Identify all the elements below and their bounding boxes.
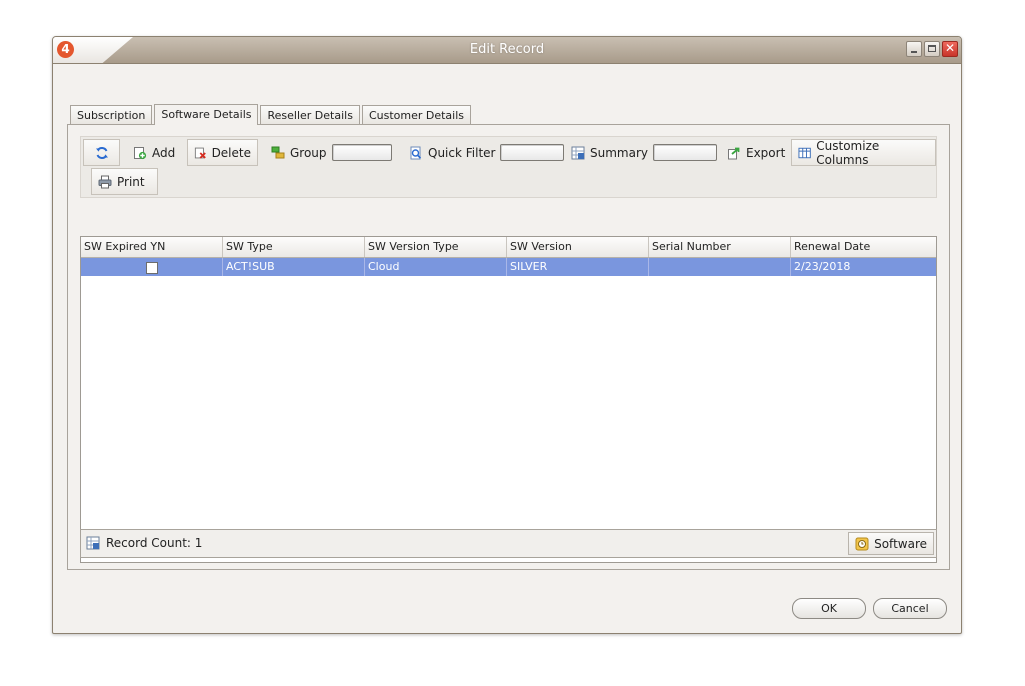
record-count: Record Count: 1 xyxy=(86,536,202,550)
tab-software-details[interactable]: Software Details xyxy=(154,104,259,125)
column-header-sw-version-type[interactable]: SW Version Type xyxy=(365,237,507,257)
group-icon xyxy=(271,146,285,158)
close-icon: ✕ xyxy=(944,41,956,55)
column-header-renewal-date[interactable]: Renewal Date xyxy=(791,237,936,257)
grid-header: SW Expired YN SW Type SW Version Type SW… xyxy=(81,237,936,258)
delete-record-icon xyxy=(194,147,206,159)
minimize-icon xyxy=(911,51,917,53)
maximize-button[interactable] xyxy=(924,41,940,57)
customize-columns-label: Customize Columns xyxy=(816,138,880,167)
window-controls: ✕ xyxy=(906,41,958,57)
column-header-sw-version[interactable]: SW Version xyxy=(507,237,649,257)
minimize-button[interactable] xyxy=(906,41,922,57)
tab-customer-details[interactable]: Customer Details xyxy=(361,105,472,124)
column-header-sw-expired-yn[interactable]: SW Expired YN xyxy=(81,237,223,257)
quick-filter-label: Quick Filter xyxy=(428,145,496,160)
column-header-sw-type[interactable]: SW Type xyxy=(223,237,365,257)
customize-columns-button[interactable]: Customize Columns xyxy=(791,138,936,167)
tab-subscription[interactable]: Subscription xyxy=(70,105,153,124)
group-label: Group xyxy=(290,145,327,160)
serial-number-cell[interactable] xyxy=(649,258,791,276)
record-count-text: Record Count: 1 xyxy=(106,536,203,550)
refresh-icon xyxy=(95,146,108,159)
edit-record-window: 4 Edit Record ✕ Subscription Software De… xyxy=(52,36,962,634)
add-button[interactable]: Add xyxy=(127,139,181,166)
quick-filter-icon xyxy=(410,146,422,159)
group-button[interactable]: Group xyxy=(265,139,398,166)
renewal-date-cell[interactable]: 2/23/2018 xyxy=(791,258,936,276)
columns-icon xyxy=(798,147,811,158)
add-record-icon xyxy=(134,146,147,159)
summary-dropdown[interactable] xyxy=(653,144,717,161)
column-header-serial-number[interactable]: Serial Number xyxy=(649,237,791,257)
record-count-icon xyxy=(86,536,100,550)
grid-toolbar: Add Delete Group Quick Filter Summary Ex… xyxy=(80,136,937,198)
summary-label: Summary xyxy=(590,145,648,160)
sw-version-type-cell[interactable]: Cloud xyxy=(365,258,507,276)
printer-icon xyxy=(98,175,112,188)
quick-filter-button[interactable]: Quick Filter xyxy=(403,139,570,166)
sw-expired-yn-cell[interactable] xyxy=(81,258,223,276)
quick-filter-input[interactable] xyxy=(500,144,565,161)
summary-icon xyxy=(571,146,585,159)
title-bar[interactable]: 4 Edit Record ✕ xyxy=(53,37,961,64)
close-button[interactable]: ✕ xyxy=(942,41,958,57)
sw-version-cell[interactable]: SILVER xyxy=(507,258,649,276)
print-label: Print xyxy=(117,174,145,189)
summary-button[interactable]: Summary xyxy=(565,139,723,166)
ok-button[interactable]: OK xyxy=(792,598,866,619)
add-label: Add xyxy=(152,145,176,160)
sw-type-cell[interactable]: ACT!SUB xyxy=(223,258,365,276)
delete-button[interactable]: Delete xyxy=(187,139,258,166)
table-row[interactable]: ACT!SUB Cloud SILVER 2/23/2018 xyxy=(81,258,936,276)
software-button[interactable]: Software xyxy=(848,532,934,555)
software-icon xyxy=(855,537,869,550)
export-icon xyxy=(728,147,740,159)
record-tabs: Subscription Software Details Reseller D… xyxy=(70,104,472,125)
print-button[interactable]: Print xyxy=(91,168,158,195)
cancel-button[interactable]: Cancel xyxy=(873,598,947,619)
window-title: Edit Record xyxy=(469,42,545,57)
export-label: Export xyxy=(746,145,786,160)
delete-label: Delete xyxy=(211,145,251,160)
refresh-button[interactable] xyxy=(83,139,120,166)
software-grid: SW Expired YN SW Type SW Version Type SW… xyxy=(80,236,937,563)
export-button[interactable]: Export xyxy=(721,139,791,166)
software-button-label: Software xyxy=(874,536,927,551)
tab-reseller-details[interactable]: Reseller Details xyxy=(260,105,360,124)
software-details-panel: Add Delete Group Quick Filter Summary Ex… xyxy=(67,124,950,570)
group-dropdown[interactable] xyxy=(331,144,392,161)
status-bar: Record Count: 1 Software xyxy=(80,529,937,558)
maximize-icon xyxy=(928,45,936,52)
sw-expired-checkbox[interactable] xyxy=(145,262,158,274)
